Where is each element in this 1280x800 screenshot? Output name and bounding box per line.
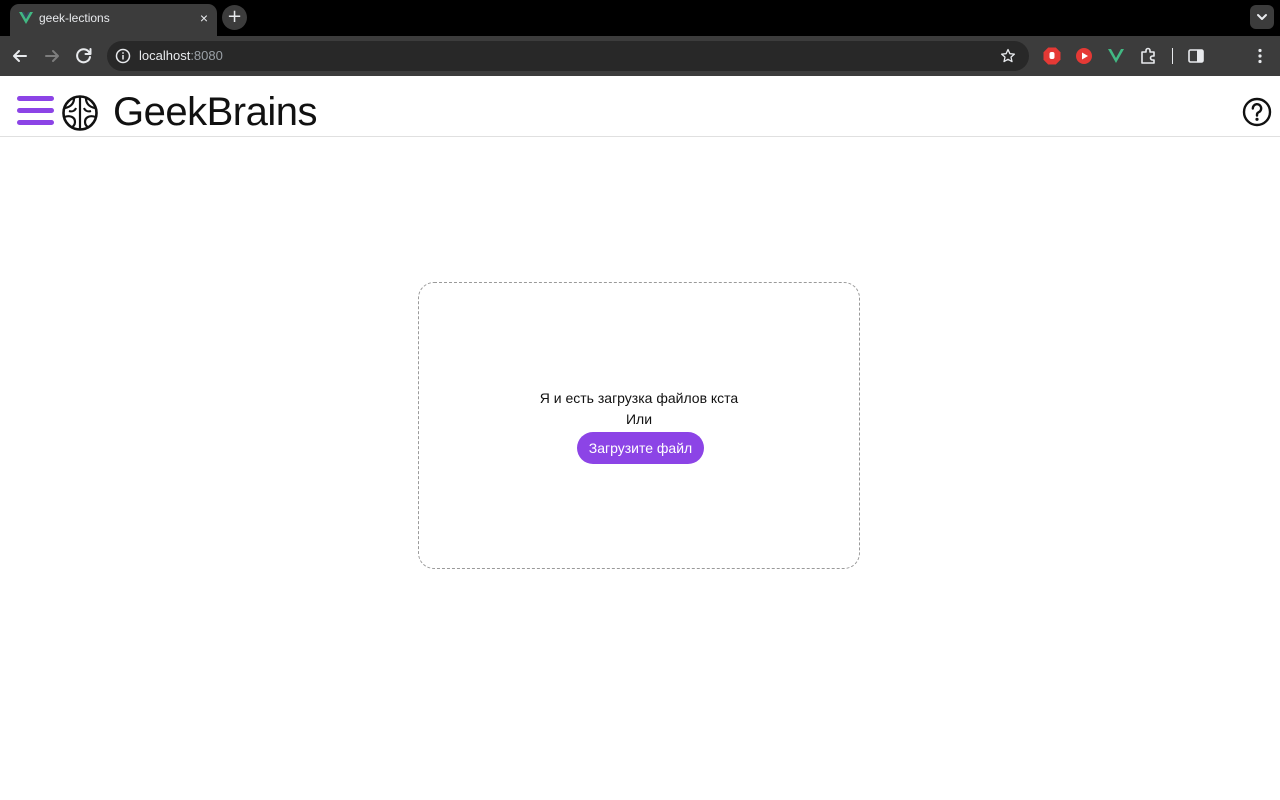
- info-icon[interactable]: [115, 48, 131, 64]
- chevron-down-icon: [1257, 14, 1267, 20]
- close-icon[interactable]: ×: [196, 10, 212, 26]
- hamburger-menu-icon[interactable]: [17, 96, 54, 128]
- youtube-extension-icon[interactable]: [1074, 46, 1094, 66]
- star-icon[interactable]: [1000, 48, 1016, 64]
- puzzle-extensions-icon[interactable]: [1138, 46, 1158, 66]
- brand-name: GeekBrains: [113, 90, 317, 134]
- side-panel-icon[interactable]: [1186, 46, 1206, 66]
- dropzone-or-text: Или: [625, 411, 653, 427]
- brain-logo-icon: [62, 95, 98, 131]
- vue-icon: [19, 12, 33, 24]
- reload-icon[interactable]: [72, 44, 96, 68]
- url-text: localhost:8080: [139, 48, 223, 63]
- kebab-menu-icon[interactable]: [1250, 46, 1270, 66]
- tab-geek-lections[interactable]: geek-lections ×: [10, 4, 217, 36]
- plus-icon[interactable]: +: [222, 5, 247, 30]
- forward-arrow-icon[interactable]: [40, 44, 64, 68]
- browser-toolbar: localhost:8080: [0, 36, 1280, 76]
- tab-title: geek-lections: [39, 11, 110, 25]
- help-icon[interactable]: [1242, 97, 1272, 127]
- app-header: GeekBrains: [0, 76, 1280, 137]
- toolbar-divider: [1172, 48, 1173, 64]
- file-dropzone[interactable]: Я и есть загрузка файлов кста Или Загруз…: [418, 282, 860, 569]
- address-bar[interactable]: localhost:8080: [107, 41, 1029, 71]
- tab-strip: geek-lections × +: [0, 0, 1280, 36]
- dropzone-text: Я и есть загрузка файлов кста: [539, 390, 739, 406]
- vue-devtools-icon[interactable]: [1106, 46, 1126, 66]
- tab-search-button[interactable]: [1250, 5, 1274, 29]
- upload-file-button[interactable]: Загрузите файл: [577, 432, 704, 464]
- stop-extension-icon[interactable]: [1042, 46, 1062, 66]
- back-arrow-icon[interactable]: [8, 44, 32, 68]
